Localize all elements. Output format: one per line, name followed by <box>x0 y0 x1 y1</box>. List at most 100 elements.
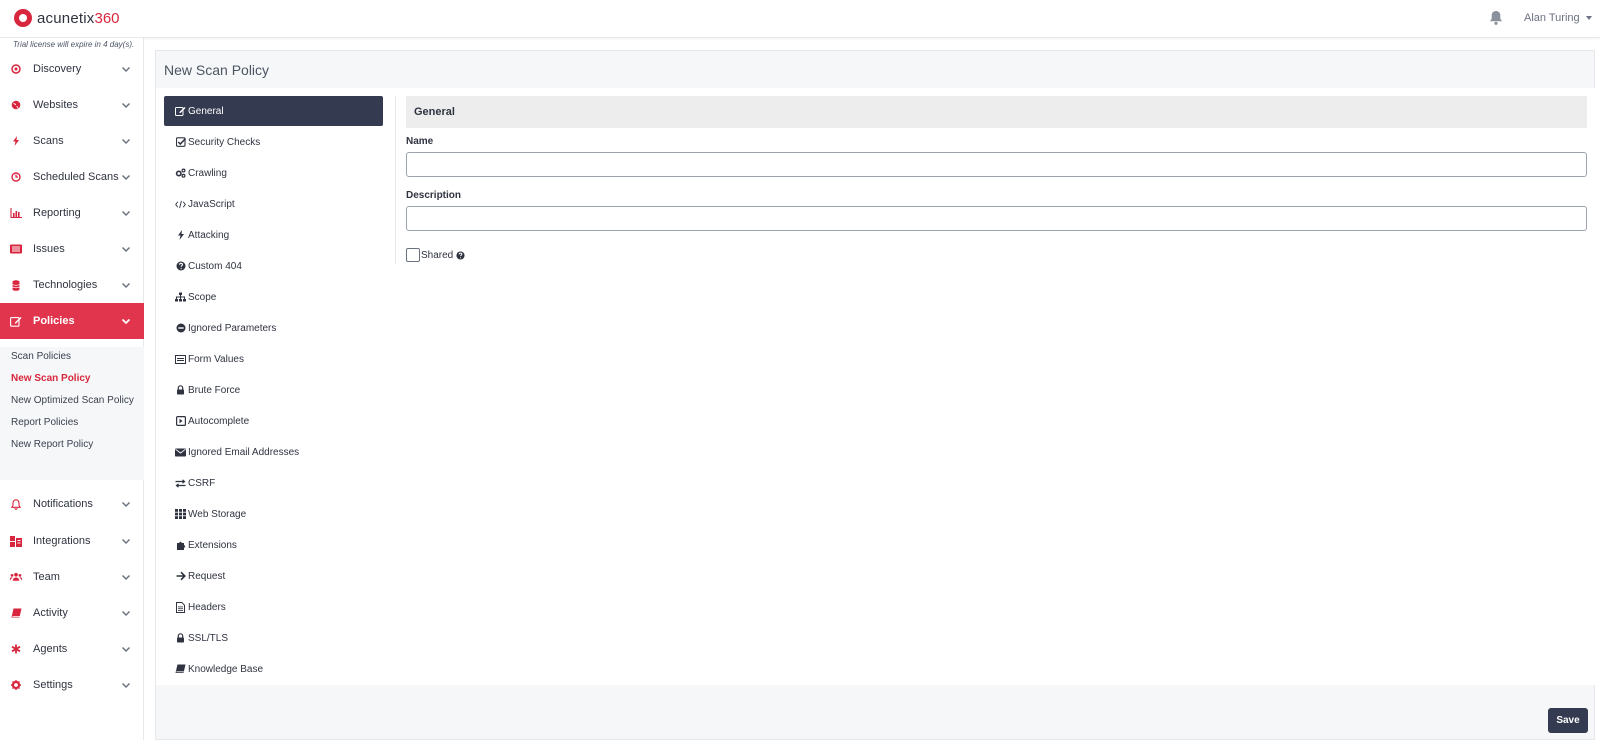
sidebar-item-technologies[interactable]: Technologies <box>0 267 144 303</box>
help-icon[interactable] <box>456 250 465 260</box>
sidebar-item-settings[interactable]: Settings <box>0 667 144 703</box>
sitemap-icon <box>175 292 186 303</box>
form-icon <box>175 354 186 365</box>
question-circle-icon <box>175 261 186 272</box>
policy-tab-label: SSL/TLS <box>188 632 229 644</box>
policy-tab-label: JavaScript <box>188 198 235 210</box>
submenu-item-new-optimized-scan-policy[interactable]: New Optimized Scan Policy <box>11 395 134 406</box>
puzzle-icon <box>175 540 186 551</box>
user-name: Alan Turing <box>1524 12 1580 24</box>
notifications-bell-icon[interactable] <box>1489 10 1503 26</box>
policy-content: General Security Checks Crawling JavaScr… <box>156 88 1596 685</box>
policy-tab-web-storage[interactable]: Web Storage <box>164 499 383 529</box>
exchange-icon <box>175 478 186 489</box>
submenu-item-new-report-policy[interactable]: New Report Policy <box>11 439 93 450</box>
check-square-icon <box>175 137 186 148</box>
policy-tab-extensions[interactable]: Extensions <box>164 530 383 560</box>
sidebar-item-label: Discovery <box>33 63 82 75</box>
top-header: acunetix 360 Alan Turing <box>0 0 1600 38</box>
bell-icon <box>10 498 22 510</box>
globe-icon <box>10 99 22 111</box>
policy-tab-request[interactable]: Request <box>164 561 383 591</box>
description-label: Description <box>406 190 462 201</box>
policy-tab-label: Knowledge Base <box>188 663 264 675</box>
sidebar-item-scheduled-scans[interactable]: Scheduled Scans <box>0 159 144 195</box>
policy-tab-ssl-tls[interactable]: SSL/TLS <box>164 623 383 653</box>
policy-tab-attacking[interactable]: Attacking <box>164 220 383 250</box>
sidebar: Trial license will expire in 4 day(s). D… <box>0 38 144 740</box>
chevron-down-icon <box>120 243 132 255</box>
sidebar-item-agents[interactable]: Agents <box>0 631 144 667</box>
sidebar-item-label: Scans <box>33 135 64 147</box>
sidebar-item-issues[interactable]: Issues <box>0 231 144 267</box>
policy-tab-label: Request <box>188 570 226 582</box>
policy-tab-custom-404[interactable]: Custom 404 <box>164 251 383 281</box>
policy-tab-scope[interactable]: Scope <box>164 282 383 312</box>
bolt-icon <box>10 135 22 147</box>
sidebar-item-activity[interactable]: Activity <box>0 595 144 631</box>
submenu-item-scan-policies[interactable]: Scan Policies <box>11 351 71 362</box>
policy-tab-knowledge-base[interactable]: Knowledge Base <box>164 654 383 684</box>
policy-tab-ignored-email-addresses[interactable]: Ignored Email Addresses <box>164 437 383 467</box>
main-panel: New Scan Policy General Security Checks … <box>155 50 1596 740</box>
policy-tab-label: General <box>188 105 224 117</box>
sidebar-item-discovery[interactable]: Discovery <box>0 51 144 87</box>
sidebar-item-notifications[interactable]: Notifications <box>0 486 144 522</box>
sidebar-item-policies[interactable]: Policies <box>0 303 144 339</box>
sidebar-item-team[interactable]: Team <box>0 559 144 595</box>
policy-tab-label: Brute Force <box>188 384 241 396</box>
chevron-down-icon <box>120 679 132 691</box>
policy-tab-security-checks[interactable]: Security Checks <box>164 127 383 157</box>
policy-tab-label: Attacking <box>188 229 230 241</box>
chevron-down-icon <box>1585 16 1592 20</box>
chevron-down-icon <box>120 279 132 291</box>
submenu-item-report-policies[interactable]: Report Policies <box>11 417 78 428</box>
sidebar-item-reporting[interactable]: Reporting <box>0 195 144 231</box>
chevron-down-icon <box>120 535 132 547</box>
sidebar-item-websites[interactable]: Websites <box>0 87 144 123</box>
sidebar-item-scans[interactable]: Scans <box>0 123 144 159</box>
logo[interactable]: acunetix 360 <box>14 9 120 27</box>
chevron-down-icon <box>120 99 132 111</box>
name-field[interactable] <box>406 152 1587 177</box>
policy-tab-headers[interactable]: Headers <box>164 592 383 622</box>
chevron-down-icon <box>120 63 132 75</box>
policy-tab-brute-force[interactable]: Brute Force <box>164 375 383 405</box>
database-icon <box>10 279 22 291</box>
policy-tab-label: Scope <box>188 291 217 303</box>
chevron-down-icon <box>120 135 132 147</box>
policy-tab-label: Ignored Email Addresses <box>188 446 300 458</box>
sidebar-item-label: Settings <box>33 679 73 691</box>
edit-icon <box>10 315 22 327</box>
sidebar-item-label: Reporting <box>33 207 81 219</box>
book-icon <box>10 607 22 619</box>
logo-text: acunetix <box>37 9 95 27</box>
logo-mark-icon <box>14 9 32 27</box>
shared-checkbox[interactable] <box>406 248 420 262</box>
integrations-icon <box>10 535 22 547</box>
envelope-icon <box>175 447 186 458</box>
policy-tab-csrf[interactable]: CSRF <box>164 468 383 498</box>
sidebar-item-integrations[interactable]: Integrations <box>0 523 144 559</box>
policy-tab-form-values[interactable]: Form Values <box>164 344 383 374</box>
save-button[interactable]: Save <box>1548 708 1588 733</box>
cogs-icon <box>175 168 186 179</box>
bar-chart-icon <box>10 207 22 219</box>
policy-tab-crawling[interactable]: Crawling <box>164 158 383 188</box>
chevron-down-icon <box>120 207 132 219</box>
submenu-item-new-scan-policy[interactable]: New Scan Policy <box>11 373 90 384</box>
nav-divider <box>395 96 396 264</box>
gear-icon <box>10 679 22 691</box>
policy-tab-label: Crawling <box>188 167 227 179</box>
policy-tab-general[interactable]: General <box>164 96 383 126</box>
file-icon <box>175 601 186 613</box>
name-label: Name <box>406 136 434 147</box>
page-title: New Scan Policy <box>164 62 270 78</box>
policy-tab-javascript[interactable]: JavaScript <box>164 189 383 219</box>
sidebar-item-label: Policies <box>33 315 75 327</box>
policy-tab-autocomplete[interactable]: Autocomplete <box>164 406 383 436</box>
description-field[interactable] <box>406 206 1587 231</box>
user-menu[interactable]: Alan Turing <box>1524 12 1592 24</box>
sidebar-item-label: Activity <box>33 607 68 619</box>
policy-tab-ignored-parameters[interactable]: Ignored Parameters <box>164 313 383 343</box>
